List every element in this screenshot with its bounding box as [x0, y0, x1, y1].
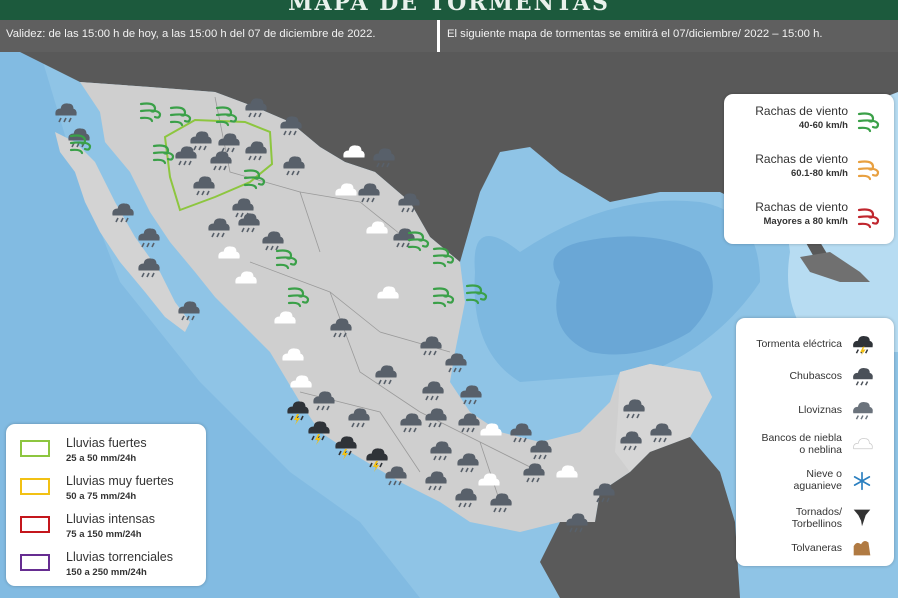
rain-legend-name: Lluvias muy fuertes [66, 474, 174, 488]
wind-legend-title: Rachas de viento [755, 104, 848, 118]
legend-label: Tolvaneras [791, 542, 842, 554]
validity-text: Validez: de las 15:00 h de hoy, a las 15… [6, 28, 376, 40]
next-map-text: El siguiente mapa de tormentas se emitir… [447, 28, 823, 40]
phenomena-legend: Tormenta eléctrica Chubascos Lloviznas B… [736, 318, 894, 566]
dust-storm-icon [853, 540, 871, 556]
wind-legend-range: 60.1-80 km/h [790, 168, 848, 179]
rain-legend: Lluvias fuertes 25 a 50 mm/24h Lluvias m… [6, 424, 206, 586]
rain-legend-range: 50 a 75 mm/24h [66, 491, 137, 502]
snowflake-icon [853, 471, 871, 491]
legend-label: Chubascos [789, 370, 842, 382]
wind-gust-red-icon [857, 208, 880, 229]
wind-legend-title: Rachas de viento [755, 152, 848, 166]
map-title: MAPA DE TORMENTAS [288, 0, 610, 16]
wind-legend-range: Mayores a 80 km/h [763, 216, 849, 227]
legend-label: Lloviznas [798, 404, 842, 416]
rain-legend-name: Lluvias intensas [66, 512, 155, 526]
wind-legend-title: Rachas de viento [755, 200, 848, 214]
tornado-icon [853, 509, 871, 527]
rain-swatch-green [20, 440, 50, 457]
wind-legend-row: Rachas de viento 60.1-80 km/h [724, 150, 894, 194]
drizzle-cloud-icon [850, 398, 874, 422]
legend-label: Bancos de niebla o neblina [761, 432, 842, 456]
legend-label: Nieve o aguanieve [793, 468, 842, 492]
rain-legend-name: Lluvias torrenciales [66, 550, 173, 564]
legend-label: Tornados/ Torbellinos [791, 506, 842, 530]
storm-cloud-lightning-icon [850, 332, 874, 356]
title-banner: MAPA DE TORMENTAS [0, 0, 898, 20]
rain-legend-range: 150 a 250 mm/24h [66, 567, 147, 578]
rain-legend-name: Lluvias fuertes [66, 436, 147, 450]
validity-divider [437, 20, 440, 52]
rain-legend-row: Lluvias torrenciales 150 a 250 mm/24h [6, 548, 206, 586]
legend-label: Tormenta eléctrica [756, 338, 842, 350]
rain-legend-row: Lluvias intensas 75 a 150 mm/24h [6, 510, 206, 548]
wind-gust-green-icon [857, 112, 880, 133]
fog-cloud-icon [853, 438, 873, 450]
wind-legend-row: Rachas de viento 40-60 km/h [724, 102, 894, 146]
wind-legend: Rachas de viento 40-60 km/h Rachas de vi… [724, 94, 894, 244]
rain-swatch-purple [20, 554, 50, 571]
rain-swatch-red [20, 516, 50, 533]
wind-legend-row: Rachas de viento Mayores a 80 km/h [724, 198, 894, 242]
rain-legend-row: Lluvias muy fuertes 50 a 75 mm/24h [6, 472, 206, 510]
wind-legend-range: 40-60 km/h [798, 120, 848, 131]
rain-legend-range: 25 a 50 mm/24h [66, 453, 137, 464]
shower-cloud-icon [850, 364, 874, 388]
rain-legend-range: 75 a 150 mm/24h [66, 529, 142, 540]
rain-legend-row: Lluvias fuertes 25 a 50 mm/24h [6, 434, 206, 472]
rain-swatch-yellow [20, 478, 50, 495]
wind-gust-orange-icon [857, 160, 880, 181]
validity-bar: Validez: de las 15:00 h de hoy, a las 15… [0, 20, 898, 52]
